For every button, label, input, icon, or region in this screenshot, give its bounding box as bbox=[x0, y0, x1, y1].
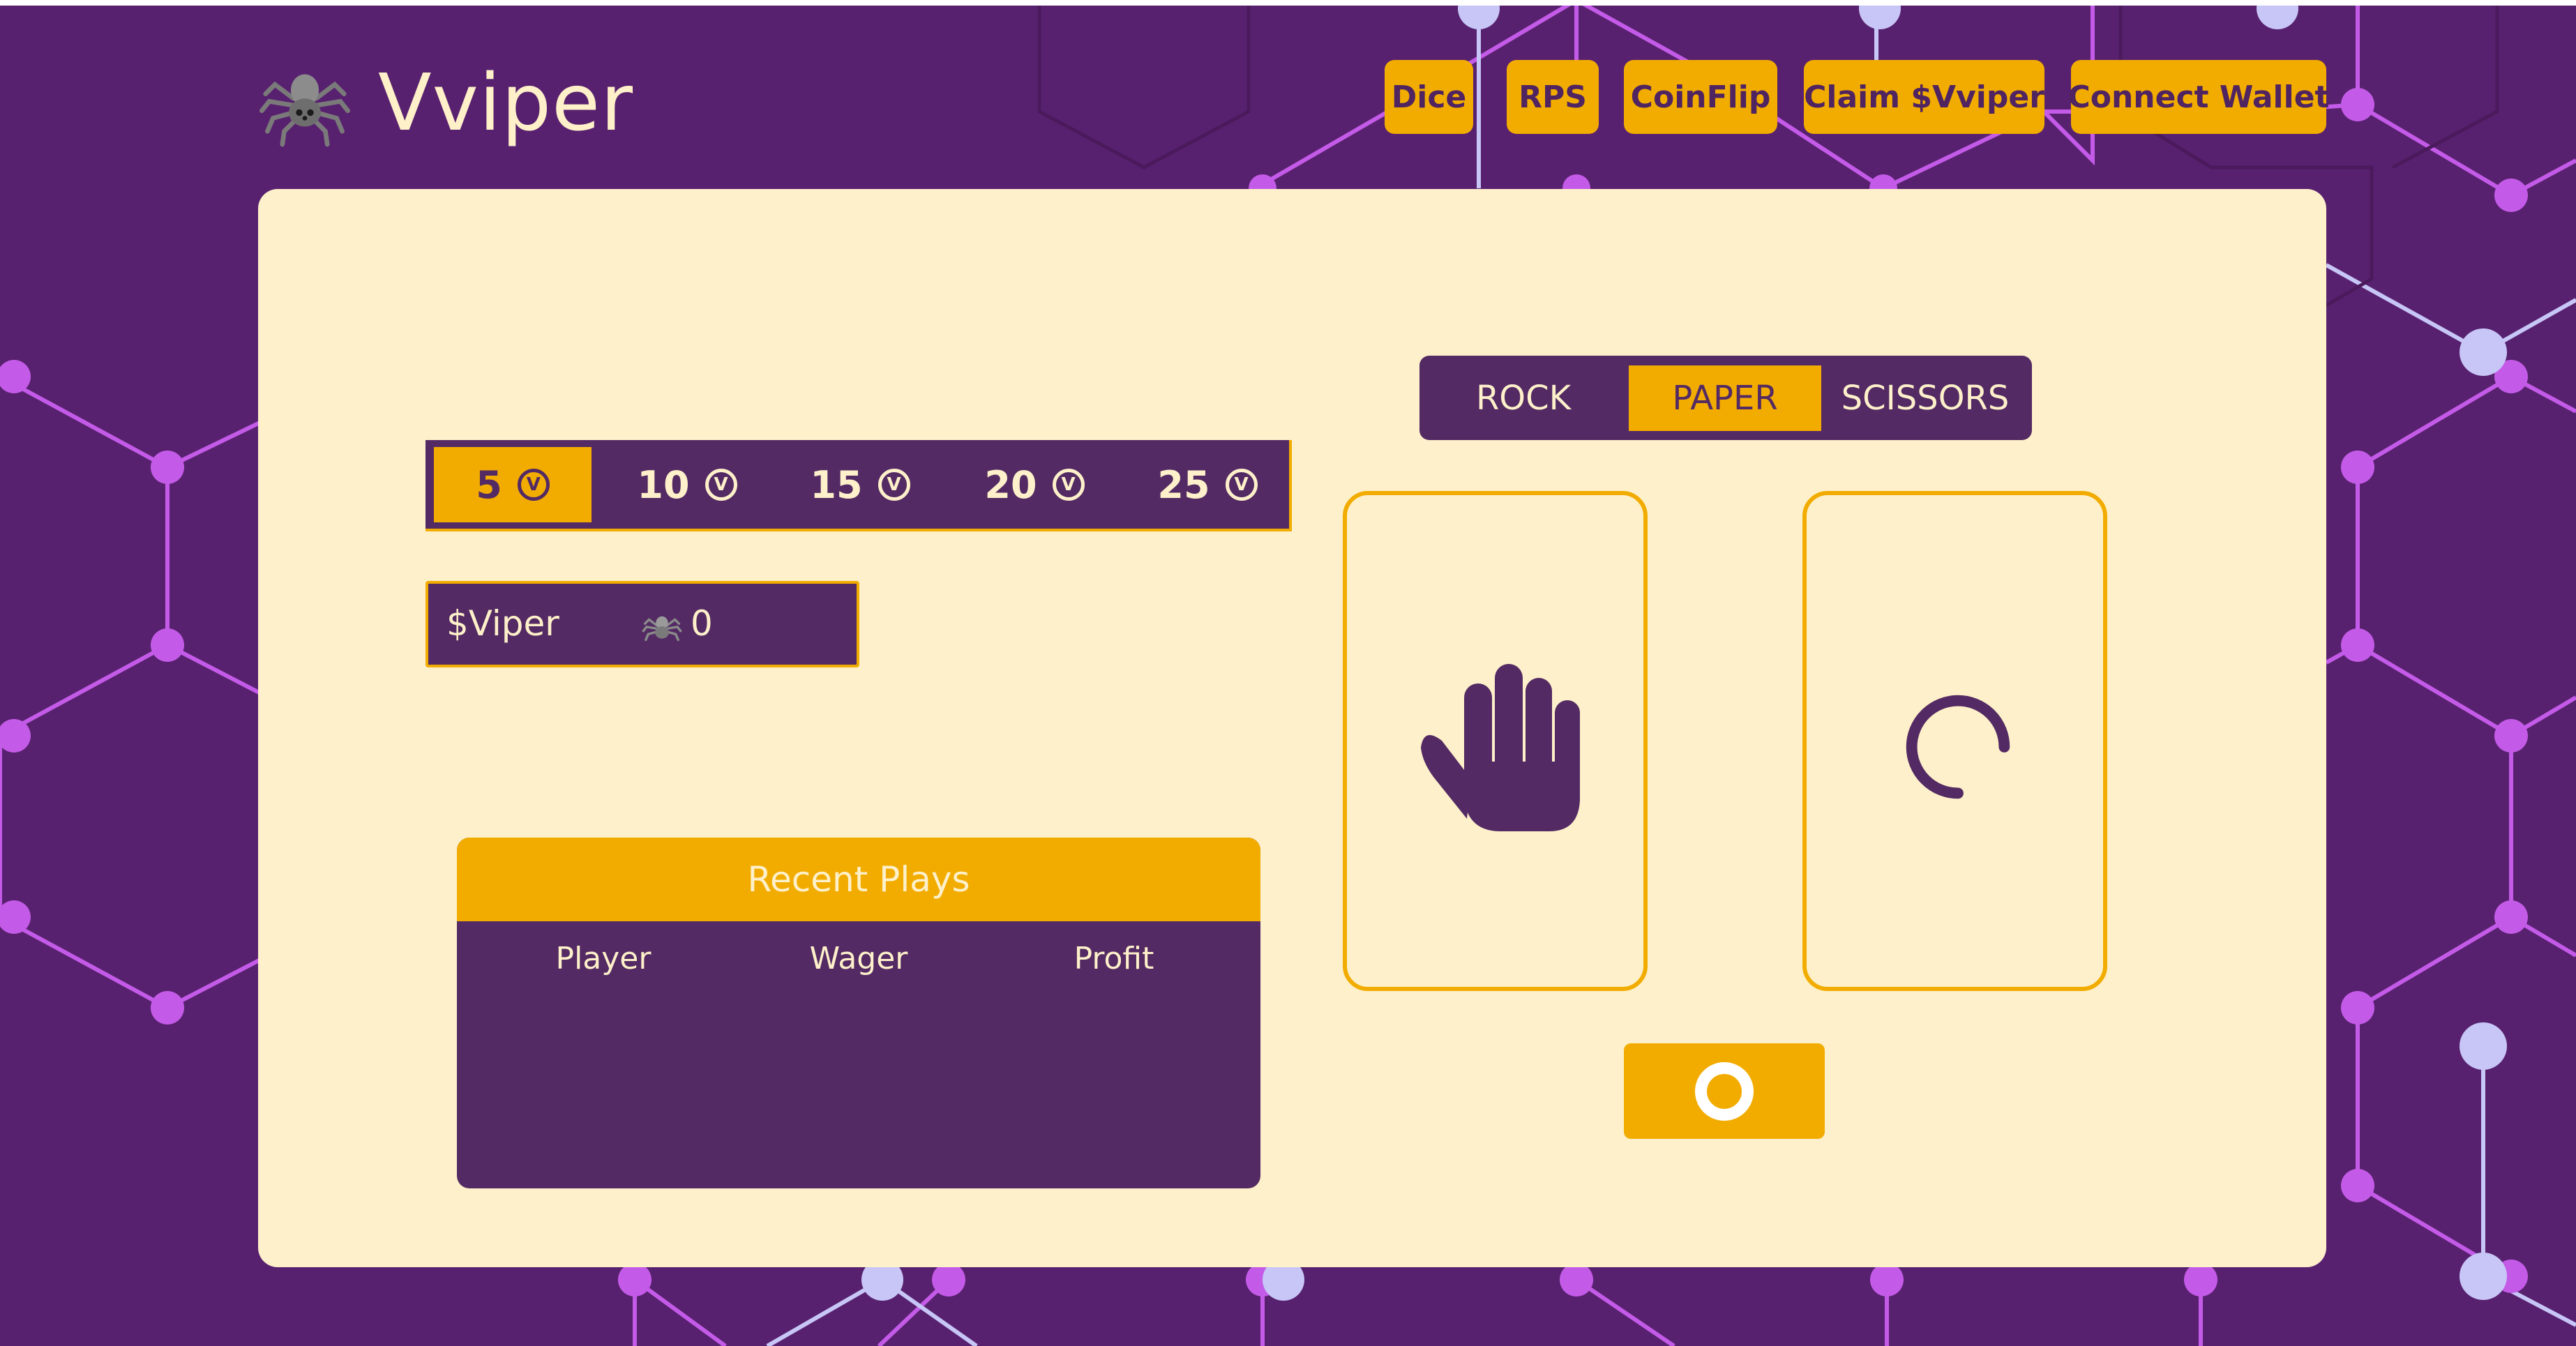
choice-scissors[interactable]: SCISSORS bbox=[1831, 365, 2019, 431]
spider-icon bbox=[642, 616, 682, 642]
balance-label: $Viper bbox=[446, 603, 559, 644]
app-name: Vviper bbox=[378, 58, 634, 149]
nav-coinflip-button[interactable]: CoinFlip bbox=[1624, 60, 1777, 134]
balance-value: 0 bbox=[691, 603, 713, 644]
coin-icon: V bbox=[705, 469, 737, 501]
wager-value: 25 bbox=[1157, 462, 1210, 507]
play-button[interactable] bbox=[1624, 1043, 1825, 1139]
coin-icon: V bbox=[1225, 469, 1258, 501]
recent-plays-table: Recent Plays Player Wager Profit bbox=[457, 838, 1260, 1188]
nav-dice-button[interactable]: Dice bbox=[1385, 60, 1473, 134]
viper-balance: $Viper 0 bbox=[425, 581, 859, 667]
wager-selector: 5 V 10 V 15 V 20 V 25 V bbox=[425, 440, 1292, 531]
column-header-profit: Profit bbox=[1074, 941, 1154, 976]
player-hand-panel bbox=[1343, 491, 1648, 991]
recent-plays-title: Recent Plays bbox=[457, 838, 1260, 921]
wager-option-25[interactable]: 25 V bbox=[1129, 447, 1286, 522]
spider-icon bbox=[259, 74, 350, 147]
choice-rock[interactable]: ROCK bbox=[1432, 365, 1615, 431]
move-selector: ROCK PAPER SCISSORS bbox=[1419, 356, 2032, 440]
opponent-hand-panel bbox=[1802, 491, 2107, 991]
coin-icon: V bbox=[1052, 469, 1085, 501]
wager-option-10[interactable]: 10 V bbox=[608, 447, 766, 522]
coin-icon: V bbox=[878, 469, 910, 501]
wager-value: 5 bbox=[476, 462, 502, 507]
wager-option-15[interactable]: 15 V bbox=[781, 447, 939, 522]
top-border bbox=[0, 0, 2576, 6]
wager-value: 15 bbox=[810, 462, 863, 507]
brand[interactable]: Vviper bbox=[258, 54, 633, 152]
wager-value: 10 bbox=[637, 462, 690, 507]
wager-option-20[interactable]: 20 V bbox=[956, 447, 1113, 522]
column-header-player: Player bbox=[555, 941, 651, 976]
loading-spinner-icon bbox=[1906, 695, 2010, 799]
ring-icon bbox=[1695, 1061, 1754, 1121]
claim-vviper-button[interactable]: Claim $Vviper bbox=[1804, 60, 2044, 134]
game-card: 5 V 10 V 15 V 20 V 25 V $Viper 0 Recent … bbox=[258, 189, 2326, 1267]
connect-wallet-button[interactable]: Connect Wallet bbox=[2067, 60, 2330, 134]
nav-rps-button[interactable]: RPS bbox=[1507, 60, 1599, 134]
choice-paper[interactable]: PAPER bbox=[1629, 365, 1821, 431]
wager-value: 20 bbox=[984, 462, 1037, 507]
paper-hand-icon bbox=[1421, 664, 1580, 831]
wager-option-5[interactable]: 5 V bbox=[434, 447, 592, 522]
column-header-wager: Wager bbox=[809, 941, 908, 976]
coin-icon: V bbox=[517, 469, 550, 501]
